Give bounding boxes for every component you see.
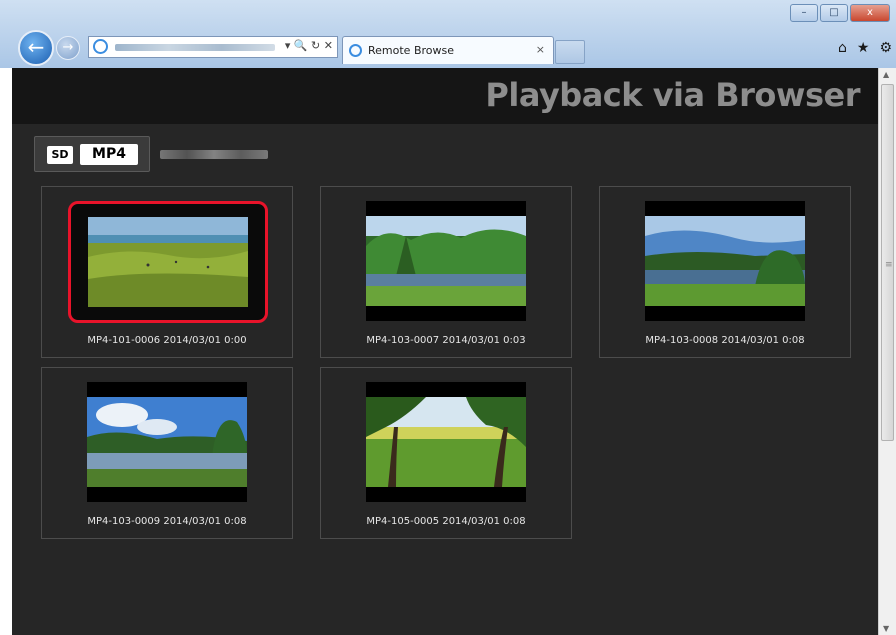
sd-card-icon: SD [47, 146, 73, 164]
info-text-blurred [160, 150, 268, 159]
close-window-button[interactable]: x [850, 4, 890, 22]
clip-caption: MP4-103-0009 2014/03/01 0:08 [87, 516, 247, 527]
clip-caption: MP4-101-0006 2014/03/01 0:00 [87, 335, 247, 346]
clip-thumbnail [87, 397, 247, 487]
maximize-button[interactable]: □ [820, 4, 848, 22]
page-header: Playback via Browser [12, 68, 878, 124]
scroll-down-icon[interactable]: ▼ [883, 624, 889, 633]
thumbnail-frame [366, 201, 526, 321]
window-controls: – □ x [790, 4, 890, 22]
clip-tile[interactable]: MP4-105-0005 2014/03/01 0:08 [320, 367, 572, 539]
clip-thumbnail [645, 216, 805, 306]
vertical-scrollbar[interactable]: ▲ ≡ ▼ [878, 68, 896, 635]
clip-thumbnail [366, 397, 526, 487]
favorites-icon[interactable]: ★ [857, 40, 870, 56]
minimize-button[interactable]: – [790, 4, 818, 22]
address-tools[interactable]: ▾ 🔍 ↻ ✕ [285, 39, 333, 52]
ie-logo-icon [93, 39, 108, 54]
selection-frame [68, 201, 268, 323]
clip-caption: MP4-105-0005 2014/03/01 0:08 [366, 516, 526, 527]
back-button[interactable]: ← [18, 30, 54, 66]
tab-ie-icon [349, 44, 362, 57]
format-label: MP4 [80, 144, 138, 165]
tab-title: Remote Browse [368, 44, 454, 57]
address-url-blurred [115, 44, 275, 51]
clip-caption: MP4-103-0007 2014/03/01 0:03 [366, 335, 526, 346]
clip-thumbnail [88, 217, 248, 307]
clip-tile[interactable]: MP4-103-0007 2014/03/01 0:03 [320, 186, 572, 358]
scroll-up-icon[interactable]: ▲ [883, 70, 889, 79]
scroll-grip-icon: ≡ [885, 260, 893, 270]
browser-toolbar-icons: ⌂ ★ ⚙ [838, 40, 892, 56]
clip-tile[interactable]: MP4-101-0006 2014/03/01 0:00 [41, 186, 293, 358]
clip-tile[interactable]: MP4-103-0009 2014/03/01 0:08 [41, 367, 293, 539]
clip-tile[interactable]: MP4-103-0008 2014/03/01 0:08 [599, 186, 851, 358]
new-tab-button[interactable] [555, 40, 585, 64]
media-toggle[interactable]: SD MP4 [34, 136, 150, 172]
home-icon[interactable]: ⌂ [838, 40, 847, 56]
tab-close-icon[interactable]: × [536, 43, 545, 56]
thumbnail-frame [366, 382, 526, 502]
settings-icon[interactable]: ⚙ [879, 40, 892, 56]
page-content: Playback via Browser SD MP4 MP4-101-0006… [12, 68, 878, 635]
page-title: Playback via Browser [485, 76, 860, 114]
address-bar[interactable]: ▾ 🔍 ↻ ✕ [88, 36, 338, 58]
tab-remote-browse[interactable]: Remote Browse × [342, 36, 554, 64]
forward-button[interactable]: → [56, 36, 80, 60]
thumbnail-frame [87, 382, 247, 502]
scrollbar-thumb[interactable]: ≡ [881, 84, 894, 441]
clip-thumbnail [366, 216, 526, 306]
browser-chrome: – □ x ← → ▾ 🔍 ↻ ✕ Remote Browse × ⌂ ★ ⚙ [0, 0, 896, 68]
clip-caption: MP4-103-0008 2014/03/01 0:08 [645, 335, 805, 346]
thumbnail-frame [645, 201, 805, 321]
